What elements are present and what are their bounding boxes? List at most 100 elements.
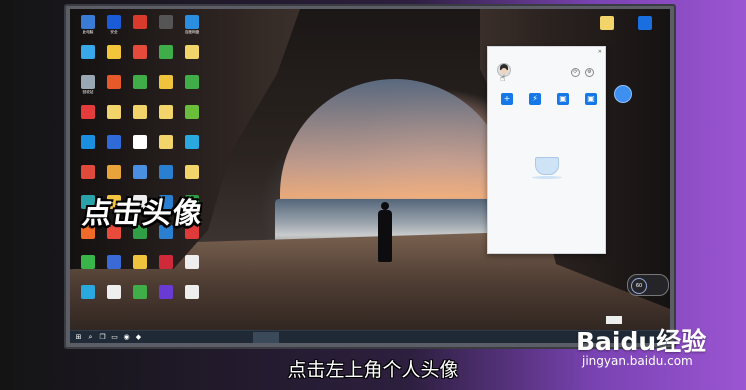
cup-icon bbox=[534, 157, 559, 175]
app-icon bbox=[107, 75, 121, 89]
panel-tile[interactable]: ▣ bbox=[550, 93, 576, 107]
app-icon bbox=[81, 45, 95, 59]
app-icon bbox=[81, 105, 95, 119]
desktop-icon[interactable] bbox=[76, 133, 100, 163]
search-icon[interactable]: ⌕ bbox=[86, 333, 95, 342]
desktop-icon-grid: 此电脑 安全 百度网盘回收站 bbox=[76, 13, 206, 313]
app-icon bbox=[81, 135, 95, 149]
desktop-icon[interactable] bbox=[628, 14, 662, 44]
desktop-icon[interactable]: 百度网盘 bbox=[180, 13, 204, 43]
desktop-icon[interactable] bbox=[128, 253, 152, 283]
app-icon bbox=[107, 45, 121, 59]
desktop-icon[interactable] bbox=[76, 43, 100, 73]
subtitle: 点击左上角个人头像 bbox=[287, 359, 459, 381]
desktop-icon[interactable] bbox=[102, 43, 126, 73]
desktop-icon[interactable] bbox=[128, 133, 152, 163]
refresh-icon[interactable]: ⟳ bbox=[571, 68, 580, 77]
app-icon bbox=[133, 105, 147, 119]
desktop-icon[interactable] bbox=[590, 14, 624, 44]
tile-icon: ▣ bbox=[557, 93, 569, 105]
app-icon bbox=[81, 75, 95, 89]
taskbar-item-active[interactable] bbox=[253, 332, 279, 343]
desktop-icon[interactable] bbox=[128, 13, 152, 43]
desktop-icon[interactable] bbox=[180, 283, 204, 313]
app-icon bbox=[107, 165, 121, 179]
desktop-icon[interactable] bbox=[154, 73, 178, 103]
app-icon bbox=[133, 45, 147, 59]
app-icon bbox=[185, 165, 199, 179]
desktop-icon[interactable] bbox=[128, 103, 152, 133]
floating-bubble[interactable] bbox=[614, 85, 632, 103]
desktop-icon-label: 安全 bbox=[110, 30, 118, 34]
app-icon bbox=[133, 75, 147, 89]
app-icon bbox=[81, 165, 95, 179]
app-icon[interactable]: ◆ bbox=[134, 333, 143, 342]
desktop-icon[interactable] bbox=[180, 43, 204, 73]
desktop-icon[interactable] bbox=[154, 283, 178, 313]
desktop-right-icons bbox=[590, 14, 662, 44]
app-icon bbox=[159, 75, 173, 89]
task-view-icon[interactable]: ❐ bbox=[98, 333, 107, 342]
desktop-icon[interactable] bbox=[154, 103, 178, 133]
desktop-icon[interactable] bbox=[154, 253, 178, 283]
empty-state bbox=[488, 157, 605, 182]
desktop-icon[interactable] bbox=[180, 73, 204, 103]
desktop-icon[interactable] bbox=[180, 253, 204, 283]
speed-widget[interactable]: 60 bbox=[627, 274, 669, 296]
tile-icon: ▣ bbox=[585, 93, 597, 105]
desktop-icon[interactable] bbox=[180, 103, 204, 133]
tile-icon: ⚡ bbox=[529, 93, 541, 105]
desktop-icon-label: 此电脑 bbox=[82, 30, 94, 34]
app-icon bbox=[81, 285, 95, 299]
overlay-caption: 点击头像 bbox=[80, 196, 206, 230]
desktop-icon[interactable] bbox=[180, 163, 204, 193]
app-icon bbox=[185, 15, 199, 29]
settings-icon[interactable]: ⚙ bbox=[585, 68, 594, 77]
desktop-icon[interactable]: 安全 bbox=[102, 13, 126, 43]
desktop-icon[interactable] bbox=[154, 133, 178, 163]
panel-tile[interactable]: ⚡ bbox=[522, 93, 548, 107]
desktop-icon[interactable] bbox=[102, 253, 126, 283]
panel-tiles: + ⚡ ▣ ▣ bbox=[494, 93, 604, 107]
desktop-icon[interactable] bbox=[76, 163, 100, 193]
watermark-brand: Baidu经验 bbox=[576, 327, 707, 356]
desktop-icon[interactable]: 回收站 bbox=[76, 73, 100, 103]
desktop-icon[interactable] bbox=[154, 43, 178, 73]
desktop-icon[interactable] bbox=[102, 73, 126, 103]
browser-icon[interactable]: ◉ bbox=[122, 333, 131, 342]
desktop-icon[interactable] bbox=[154, 163, 178, 193]
desktop-icon[interactable] bbox=[76, 103, 100, 133]
app-icon bbox=[107, 15, 121, 29]
panel-tile[interactable]: + bbox=[494, 93, 520, 107]
app-icon bbox=[133, 135, 147, 149]
desktop-icon[interactable] bbox=[102, 163, 126, 193]
app-icon bbox=[107, 255, 121, 269]
app-icon bbox=[81, 255, 95, 269]
app-icon bbox=[159, 105, 173, 119]
panel-tile[interactable]: ▣ bbox=[578, 93, 604, 107]
desktop-icon-label: 百度网盘 bbox=[184, 30, 200, 34]
desktop-icon[interactable] bbox=[128, 283, 152, 313]
desktop-icon[interactable] bbox=[154, 13, 178, 43]
desktop-icon[interactable]: 此电脑 bbox=[76, 13, 100, 43]
app-icon bbox=[159, 255, 173, 269]
wallpaper-person bbox=[376, 202, 394, 262]
desktop-icon[interactable] bbox=[102, 283, 126, 313]
saucer-icon bbox=[531, 176, 562, 179]
app-icon bbox=[185, 75, 199, 89]
desktop-icon[interactable] bbox=[128, 73, 152, 103]
desktop-icon[interactable] bbox=[76, 283, 100, 313]
app-icon bbox=[107, 135, 121, 149]
app-icon bbox=[185, 285, 199, 299]
app-icon bbox=[133, 255, 147, 269]
folder-icon[interactable]: ▭ bbox=[110, 333, 119, 342]
desktop-icon[interactable] bbox=[102, 103, 126, 133]
windows-start-icon[interactable]: ⊞ bbox=[74, 333, 83, 342]
desktop-icon[interactable] bbox=[128, 163, 152, 193]
desktop-icon[interactable] bbox=[128, 43, 152, 73]
desktop-icon[interactable] bbox=[76, 253, 100, 283]
desktop-icon[interactable] bbox=[180, 133, 204, 163]
close-icon[interactable]: ✕ bbox=[598, 49, 602, 55]
desktop-icon[interactable] bbox=[102, 133, 126, 163]
app-icon bbox=[133, 165, 147, 179]
